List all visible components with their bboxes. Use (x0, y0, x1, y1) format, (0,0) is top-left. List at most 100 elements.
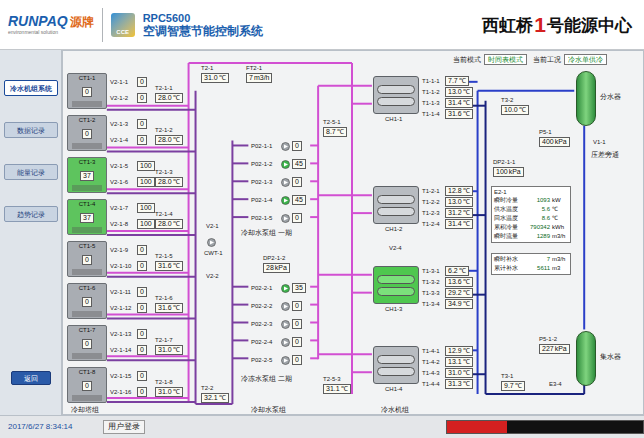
equipment-tag: V1-1 (593, 139, 606, 146)
fan-speed: 37 (80, 171, 94, 181)
pump-icon (281, 160, 290, 169)
sensor: P5-1400kPa (539, 129, 570, 147)
equipment-tag: V2-1 (206, 223, 219, 230)
product-title: RPC5600空调智慧节能控制系统 (143, 12, 263, 38)
fan-speed: 0 (82, 297, 92, 307)
sensor-value: 400kPa (539, 137, 570, 147)
chiller[interactable] (373, 76, 419, 114)
cooling-tower[interactable]: CT1-80 (67, 367, 107, 403)
energy-table: E2-1瞬时冷量1093kW供水温度5.6℃回水温度8.6℃累积冷量790342… (491, 186, 571, 243)
shell-icon (377, 85, 415, 94)
header-tank (576, 331, 596, 386)
valve[interactable]: V2-1-90 (110, 245, 147, 255)
pump-row[interactable]: P02-1-245 (251, 159, 306, 169)
chiller[interactable] (373, 266, 419, 304)
valve-value: 0 (137, 329, 147, 339)
valve[interactable]: V2-1-6100 (110, 177, 155, 187)
pump-row[interactable]: P02-2-40 (251, 337, 302, 347)
cooling-tower[interactable]: CT1-50 (67, 241, 107, 277)
cooling-tower[interactable]: CT1-20 (67, 115, 107, 151)
temp-value: 12.9℃ (445, 346, 473, 356)
chiller-label: CH1-2 (385, 226, 402, 233)
chiller-temp: T1-4-431.3℃ (422, 379, 473, 389)
temp-value: 31.6℃ (155, 261, 183, 271)
scada-screen: RUNPAQ源牌environmental solutionCCERPC5600… (0, 0, 644, 438)
sidebar-item[interactable]: 数据记录 (4, 122, 58, 138)
sensor: T2-232.1℃ (201, 385, 229, 403)
valve-value: 0 (137, 119, 147, 129)
pump-row[interactable]: P02-2-50 (251, 355, 302, 365)
fan-speed: 0 (82, 381, 92, 391)
pump-row[interactable]: P02-1-30 (251, 177, 302, 187)
temp-value: 28.0℃ (155, 135, 183, 145)
valve[interactable]: V2-1-130 (110, 329, 147, 339)
temp-value: 13.1℃ (445, 357, 473, 367)
valve[interactable]: V2-1-8100 (110, 219, 155, 229)
caption: 冷却塔组 (71, 406, 99, 414)
valve[interactable]: V2-1-140 (110, 345, 147, 355)
sensor: FT2-17m3/h (246, 65, 272, 83)
shell-icon (377, 207, 415, 216)
energy-row: 累积冷量790342kWh (494, 223, 568, 232)
valve[interactable]: V2-1-20 (110, 93, 147, 103)
chiller-temp: T1-3-16.2℃ (422, 266, 469, 276)
pump-row[interactable]: P02-1-445 (251, 195, 306, 205)
valve[interactable]: V2-1-10 (110, 77, 147, 87)
sensor: DP2-1-228kPa (263, 255, 290, 273)
temp-value: 6.2℃ (445, 266, 469, 276)
sidebar-item[interactable]: 能量记录 (4, 164, 58, 180)
valve[interactable]: V2-1-5100 (110, 161, 155, 171)
cooling-tower[interactable]: CT1-10 (67, 73, 107, 109)
valve-value: 0 (137, 245, 147, 255)
cooling-tower[interactable]: CT1-437 (67, 199, 107, 235)
cooling-tower[interactable]: CT1-70 (67, 325, 107, 361)
valve[interactable]: V2-1-30 (110, 119, 147, 129)
valve-value: 0 (137, 135, 147, 145)
pump-speed: 45 (292, 159, 306, 169)
valve[interactable]: V2-1-120 (110, 303, 147, 313)
pump-row[interactable]: P02-1-10 (251, 141, 302, 151)
equipment-tag: E3-4 (549, 381, 562, 388)
valve-value: 0 (137, 371, 147, 381)
login-button[interactable]: 用户登录 (103, 420, 145, 434)
sidebar-item[interactable]: 趋势记录 (4, 206, 58, 222)
valve[interactable]: V2-1-40 (110, 135, 147, 145)
chiller[interactable] (373, 346, 419, 384)
back-button[interactable]: 返回 (11, 371, 51, 385)
cooling-tower[interactable]: CT1-337 (67, 157, 107, 193)
pump-row[interactable]: P02-2-135 (251, 283, 306, 293)
chiller-temp: T1-4-112.9℃ (422, 346, 473, 356)
shell-icon (377, 97, 415, 106)
temp-value: 13.0℃ (445, 87, 473, 97)
pump-speed: 45 (292, 195, 306, 205)
valve[interactable]: V2-1-7100 (110, 203, 155, 213)
valve[interactable]: V2-1-110 (110, 287, 147, 297)
louver-icon (72, 311, 102, 317)
valve-value: 0 (137, 77, 147, 87)
chiller-label: CH1-3 (385, 306, 402, 313)
chiller-temp: T1-1-331.4℃ (422, 98, 473, 108)
pump-row[interactable]: P02-2-30 (251, 319, 302, 329)
valve[interactable]: V2-1-160 (110, 387, 147, 397)
sensor-value: 28kPa (263, 263, 290, 273)
temp-sensor: T2-1-228.0℃ (155, 127, 183, 145)
sidebar-item[interactable]: 冷水机组系统 (4, 80, 58, 96)
temp-value: 31.6℃ (445, 109, 473, 119)
chiller-label: CH1-1 (385, 116, 402, 123)
louver-icon (72, 101, 102, 107)
mode-item: 当前模式时间表模式 (453, 54, 527, 65)
valve-value: 0 (137, 287, 147, 297)
valve[interactable]: V2-1-100 (110, 261, 147, 271)
pump-row[interactable]: P02-1-50 (251, 213, 302, 223)
cooling-tower[interactable]: CT1-60 (67, 283, 107, 319)
mode-item: 当前工况冷水单供冷 (533, 54, 607, 65)
pump-row[interactable]: P02-2-20 (251, 301, 302, 311)
shell-icon (377, 287, 415, 296)
valve[interactable]: V2-1-150 (110, 371, 147, 381)
valve-value: 100 (137, 219, 155, 229)
valve-value: 0 (137, 261, 147, 271)
divider (102, 8, 103, 42)
louver-icon (72, 269, 102, 275)
chiller[interactable] (373, 186, 419, 224)
equipment-tag: V2-2 (206, 273, 219, 280)
